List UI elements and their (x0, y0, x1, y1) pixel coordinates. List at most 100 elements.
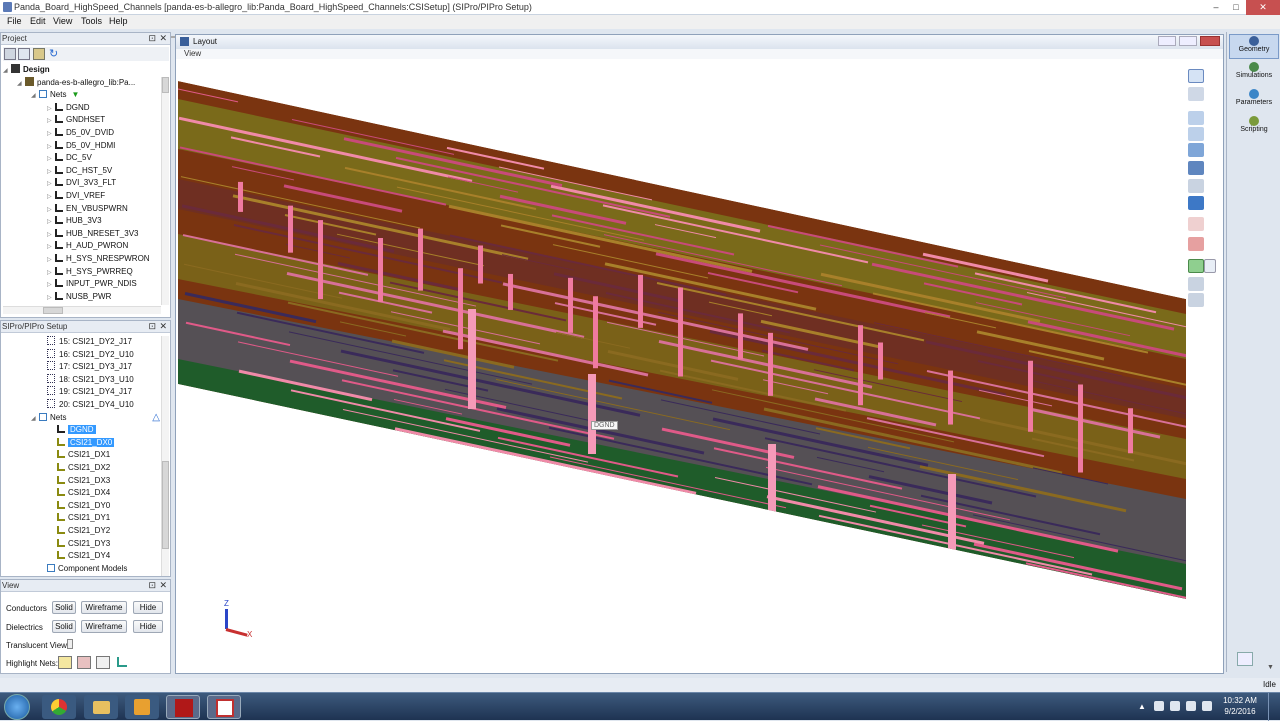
zoom-area-icon[interactable] (1188, 127, 1204, 141)
conductors-solid-button[interactable]: Solid (52, 601, 76, 614)
close-button[interactable]: ✕ (1246, 0, 1280, 15)
project-net-item[interactable]: ▷ H_AUD_PWRON (3, 240, 160, 253)
clock-date[interactable]: 9/2/2016 (1222, 707, 1258, 716)
highlight-tool-icon[interactable] (1188, 259, 1204, 273)
project-net-item[interactable]: ▷ H_SYS_PWRREQ (3, 266, 160, 279)
clock-time[interactable]: 10:32 AM (1222, 696, 1258, 705)
text-icon[interactable] (1188, 217, 1204, 231)
layer-view-icon[interactable] (1188, 196, 1204, 210)
setup-net-item[interactable]: DGND (3, 424, 160, 437)
layout-restore-button[interactable] (1179, 36, 1197, 46)
project-net-item[interactable]: ▷ H_SYS_NRESPWRON (3, 253, 160, 266)
project-net-item[interactable]: ▷ EN_VBUSPWRN (3, 203, 160, 216)
explorer-icon[interactable] (84, 695, 118, 719)
setup-net-item[interactable]: CSI21_DY4 (3, 550, 160, 563)
menu-file[interactable]: File (7, 16, 22, 26)
project-net-item[interactable]: ▷ HUB_NRESET_3V3 (3, 228, 160, 241)
dielectrics-hide-button[interactable]: Hide (133, 620, 163, 633)
setup-net-item[interactable]: CSI21_DX4 (3, 487, 160, 500)
layout-close-button[interactable] (1200, 36, 1220, 46)
project-net-item[interactable]: ▷ D5_0V_DVID (3, 127, 160, 140)
port-item[interactable]: 17: CSI21_DY3_J17 (3, 361, 160, 374)
project-net-item[interactable]: ▷ DVI_3V3_FLT (3, 177, 160, 190)
select-tool-icon[interactable] (1188, 69, 1204, 83)
translucent-slider[interactable] (67, 639, 73, 649)
tree-nets[interactable]: ◢ Nets ▼ (3, 89, 160, 102)
fit-view-icon[interactable] (1188, 111, 1204, 125)
outlook-icon[interactable] (125, 695, 159, 719)
tree-component-models[interactable]: Component Models (3, 563, 160, 576)
tab-simulations[interactable]: Simulations (1229, 61, 1279, 86)
project-net-item[interactable]: ▷ NUSB_PWR (3, 291, 160, 304)
percent-icon[interactable] (1204, 259, 1216, 273)
cadence-icon[interactable] (166, 695, 200, 719)
probe-icon[interactable] (1188, 237, 1204, 251)
minimize-button[interactable]: – (1206, 0, 1226, 15)
layer-tool-icon[interactable] (18, 48, 30, 60)
flag-icon[interactable] (1154, 701, 1164, 711)
setup-net-item[interactable]: CSI21_DY3 (3, 538, 160, 551)
project-net-item[interactable]: ▷ DGND (3, 102, 160, 115)
iso-view-icon[interactable] (1188, 161, 1204, 175)
tree-design[interactable]: ◢ Design (3, 64, 160, 77)
project-net-item[interactable]: ▷ GNDHSET (3, 114, 160, 127)
project-vscroll-thumb[interactable] (162, 77, 169, 93)
menu-edit[interactable]: Edit (30, 16, 46, 26)
setup-net-item[interactable]: CSI21_DX2 (3, 462, 160, 475)
tab-parameters[interactable]: Parameters (1229, 88, 1279, 113)
highlight-yellow-icon[interactable] (58, 656, 72, 669)
close-icon[interactable]: ✕ (159, 580, 167, 591)
tree-setup-nets[interactable]: ◢ Nets △ (3, 412, 160, 425)
layout-menu-view[interactable]: View (184, 49, 201, 58)
project-hscroll-thumb[interactable] (43, 307, 63, 314)
start-orb-icon[interactable] (4, 694, 30, 720)
design-tool-icon[interactable] (4, 48, 16, 60)
maximize-button[interactable]: □ (1226, 0, 1246, 15)
sipro-icon[interactable] (207, 695, 241, 719)
section-icon[interactable] (1188, 293, 1204, 307)
project-net-item[interactable]: ▷ INPUT_PWR_NDIS (3, 278, 160, 291)
tree-library[interactable]: ◢ panda-es-b-allegro_lib:Pa... (3, 76, 160, 90)
warning-icon[interactable]: △ (152, 412, 160, 424)
project-net-item[interactable]: ▷ DC_HST_5V (3, 165, 160, 178)
pin-icon[interactable]: ⊡ (148, 580, 156, 591)
view-cube-icon[interactable] (1188, 143, 1204, 157)
component-tool-icon[interactable] (33, 48, 45, 60)
project-net-item[interactable]: ▷ DVI_VREF (3, 190, 160, 203)
pin-icon[interactable]: ⊡ (148, 33, 156, 44)
highlight-clear-icon[interactable] (117, 657, 127, 667)
setup-net-item[interactable]: CSI21_DX0 (3, 437, 160, 450)
port-item[interactable]: 18: CSI21_DY3_U10 (3, 373, 160, 387)
board-3d-canvas[interactable]: DGND Z X (178, 59, 1186, 671)
tray-expand-icon[interactable]: ▲ (1138, 702, 1146, 711)
scroll-down-icon[interactable]: ▼ (1267, 664, 1274, 671)
setup-net-item[interactable]: CSI21_DY2 (3, 525, 160, 538)
grid-toggle-icon[interactable] (1237, 652, 1253, 666)
dielectrics-solid-button[interactable]: Solid (52, 620, 76, 633)
layout-minimize-button[interactable] (1158, 36, 1176, 46)
battery-icon[interactable] (1170, 701, 1180, 711)
project-vscroll[interactable] (161, 77, 169, 305)
measure-icon[interactable] (1188, 277, 1204, 291)
project-net-item[interactable]: ▷ D5_0V_HDMI (3, 140, 160, 153)
port-item[interactable]: 20: CSI21_DY4_U10 (3, 398, 160, 412)
project-net-item[interactable]: ▷ DC_5V (3, 152, 160, 165)
highlight-black-icon[interactable] (96, 656, 110, 669)
show-desktop-button[interactable] (1268, 693, 1280, 721)
setup-vscroll[interactable] (161, 336, 169, 576)
port-item[interactable]: 15: CSI21_DY2_J17 (3, 336, 160, 349)
menu-view[interactable]: View (53, 16, 72, 26)
refresh-icon[interactable]: ↻ (49, 47, 58, 60)
tab-scripting[interactable]: Scripting (1229, 115, 1279, 140)
setup-net-item[interactable]: CSI21_DX3 (3, 475, 160, 488)
setup-net-item[interactable]: CSI21_DY0 (3, 500, 160, 513)
volume-icon[interactable] (1202, 701, 1212, 711)
close-icon[interactable]: ✕ (159, 321, 167, 332)
highlight-red-icon[interactable] (77, 656, 91, 669)
dielectrics-wireframe-button[interactable]: Wireframe (81, 620, 127, 633)
zoom-tool-icon[interactable] (1188, 87, 1204, 101)
setup-net-item[interactable]: CSI21_DX1 (3, 449, 160, 462)
setup-vscroll-thumb[interactable] (162, 461, 169, 549)
menu-help[interactable]: Help (109, 16, 128, 26)
rotate-icon[interactable] (1188, 179, 1204, 193)
